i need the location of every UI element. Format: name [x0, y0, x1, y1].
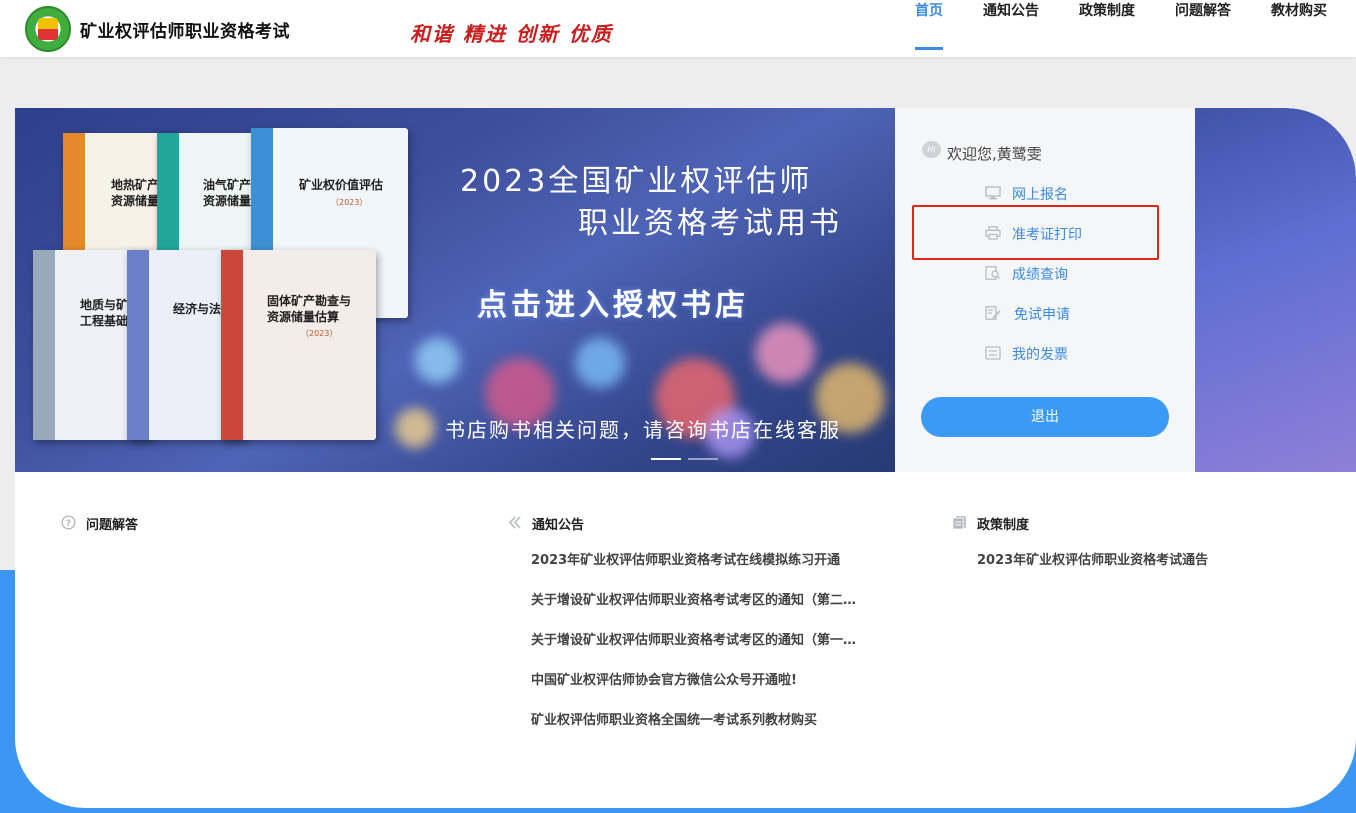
- logout-button[interactable]: 退出: [921, 397, 1169, 437]
- notice-item[interactable]: 关于增设矿业权评估师职业资格考试考区的通知（第二…: [531, 589, 886, 608]
- nav-policy[interactable]: 政策制度: [1079, 0, 1135, 20]
- banner-headline-2: 职业资格考试用书: [578, 206, 842, 241]
- site-slogan: 和谐 精进 创新 优质: [410, 22, 613, 46]
- nav-home[interactable]: 首页: [915, 0, 943, 20]
- site-title[interactable]: 矿业权评估师职业资格考试: [80, 17, 290, 42]
- highlight-annotation-box: [912, 205, 1159, 260]
- carousel-dot[interactable]: [688, 458, 718, 460]
- double-chevron-left-icon: [508, 516, 521, 529]
- question-circle-icon: ?: [61, 515, 76, 530]
- edit-document-icon: [985, 306, 1001, 320]
- banner-note: 书店购书相关问题，请咨询书店在线客服: [445, 418, 841, 442]
- carousel-dot-active[interactable]: [651, 458, 681, 460]
- nav-textbooks[interactable]: 教材购买: [1271, 0, 1327, 20]
- association-logo[interactable]: [25, 6, 71, 52]
- card-corner-backdrop: [1195, 108, 1356, 472]
- book-solid-minerals[interactable]: 固体矿产勘查与 资源储量估算 （2023）: [221, 250, 376, 440]
- svg-text:?: ?: [66, 519, 71, 529]
- welcome-text: 欢迎您,黄鹭雯: [947, 145, 1042, 163]
- bookstore-banner[interactable]: 地热矿产 资源储量 油气矿产 资源储量 矿业权价值评估 （2023） 地质与矿 …: [15, 108, 895, 472]
- banner-headline-1: 2023全国矿业权评估师: [460, 164, 813, 199]
- nav-faq[interactable]: 问题解答: [1175, 0, 1231, 20]
- monitor-icon: [985, 186, 1001, 200]
- site-header: 矿业权评估师职业资格考试 和谐 精进 创新 优质 首页 通知公告 政策制度 问题…: [0, 0, 1356, 57]
- hi-icon: Hi: [922, 141, 941, 158]
- main-card: 地热矿产 资源储量 油气矿产 资源储量 矿业权价值评估 （2023） 地质与矿 …: [15, 108, 1356, 808]
- nav-notices[interactable]: 通知公告: [983, 0, 1039, 20]
- search-document-icon: [985, 266, 1001, 280]
- user-panel: Hi 欢迎您,黄鹭雯 网上报名 准考证打印 成绩查询 免试申请 我的发票 退出: [895, 108, 1195, 472]
- policy-item[interactable]: 2023年矿业权评估师职业资格考试通告: [977, 549, 1337, 568]
- nav-active-indicator: [915, 47, 943, 50]
- notice-item[interactable]: 2023年矿业权评估师职业资格考试在线模拟练习开通: [531, 549, 886, 568]
- invoice-icon: [985, 346, 1001, 360]
- notice-item[interactable]: 矿业权评估师职业资格全国统一考试系列教材购买: [531, 709, 886, 728]
- notice-item[interactable]: 中国矿业权评估师协会官方微信公众号开通啦!: [531, 669, 886, 688]
- notice-item[interactable]: 关于增设矿业权评估师职业资格考试考区的通知（第一…: [531, 629, 886, 648]
- documents-icon: [952, 516, 966, 530]
- banner-cta[interactable]: 点击进入授权书店: [477, 280, 749, 324]
